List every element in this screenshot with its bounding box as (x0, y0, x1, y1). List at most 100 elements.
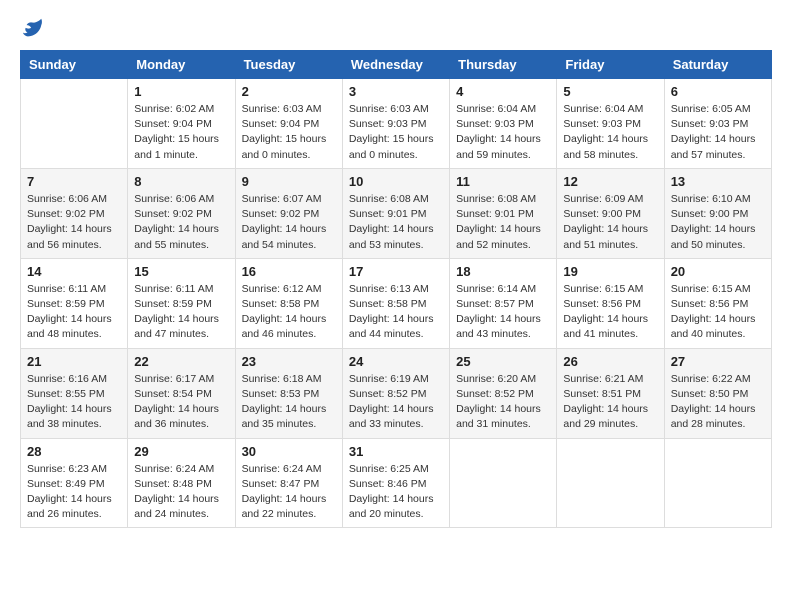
day-info: Sunrise: 6:21 AMSunset: 8:51 PMDaylight:… (563, 372, 657, 433)
day-number: 8 (134, 174, 228, 189)
day-number: 2 (242, 84, 336, 99)
day-info: Sunrise: 6:19 AMSunset: 8:52 PMDaylight:… (349, 372, 443, 433)
day-info: Sunrise: 6:24 AMSunset: 8:48 PMDaylight:… (134, 462, 228, 523)
day-number: 23 (242, 354, 336, 369)
day-info: Sunrise: 6:17 AMSunset: 8:54 PMDaylight:… (134, 372, 228, 433)
calendar-week-row: 14 Sunrise: 6:11 AMSunset: 8:59 PMDayligh… (21, 258, 772, 348)
calendar-cell: 23 Sunrise: 6:18 AMSunset: 8:53 PMDayligh… (235, 348, 342, 438)
calendar-week-row: 28Sunrise: 6:23 AMSunset: 8:49 PMDayligh… (21, 438, 772, 528)
page-header (20, 20, 772, 34)
calendar-cell (557, 438, 664, 528)
calendar-cell: 6 Sunrise: 6:05 AMSunset: 9:03 PMDaylight… (664, 79, 771, 169)
day-info: Sunrise: 6:06 AMSunset: 9:02 PMDaylight:… (27, 192, 121, 253)
column-header-wednesday: Wednesday (342, 51, 449, 79)
calendar-cell: 16 Sunrise: 6:12 AMSunset: 8:58 PMDayligh… (235, 258, 342, 348)
calendar-cell: 2 Sunrise: 6:03 AMSunset: 9:04 PMDaylight… (235, 79, 342, 169)
calendar-cell (664, 438, 771, 528)
calendar-cell: 1 Sunrise: 6:02 AMSunset: 9:04 PMDaylight… (128, 79, 235, 169)
day-info: Sunrise: 6:22 AMSunset: 8:50 PMDaylight:… (671, 372, 765, 433)
day-info: Sunrise: 6:09 AMSunset: 9:00 PMDaylight:… (563, 192, 657, 253)
day-info: Sunrise: 6:10 AMSunset: 9:00 PMDaylight:… (671, 192, 765, 253)
day-number: 1 (134, 84, 228, 99)
day-info: Sunrise: 6:11 AMSunset: 8:59 PMDaylight:… (134, 282, 228, 343)
day-info: Sunrise: 6:24 AMSunset: 8:47 PMDaylight:… (242, 462, 336, 523)
calendar-cell: 20 Sunrise: 6:15 AMSunset: 8:56 PMDayligh… (664, 258, 771, 348)
calendar-week-row: 21Sunrise: 6:16 AMSunset: 8:55 PMDayligh… (21, 348, 772, 438)
column-header-sunday: Sunday (21, 51, 128, 79)
day-number: 30 (242, 444, 336, 459)
day-number: 15 (134, 264, 228, 279)
calendar-cell: 28Sunrise: 6:23 AMSunset: 8:49 PMDayligh… (21, 438, 128, 528)
calendar-cell: 31Sunrise: 6:25 AMSunset: 8:46 PMDayligh… (342, 438, 449, 528)
day-info: Sunrise: 6:12 AMSunset: 8:58 PMDaylight:… (242, 282, 336, 343)
calendar-cell: 8 Sunrise: 6:06 AMSunset: 9:02 PMDaylight… (128, 168, 235, 258)
calendar-cell: 7 Sunrise: 6:06 AMSunset: 9:02 PMDaylight… (21, 168, 128, 258)
day-number: 5 (563, 84, 657, 99)
day-number: 19 (563, 264, 657, 279)
day-number: 11 (456, 174, 550, 189)
day-info: Sunrise: 6:15 AMSunset: 8:56 PMDaylight:… (563, 282, 657, 343)
day-number: 13 (671, 174, 765, 189)
day-info: Sunrise: 6:05 AMSunset: 9:03 PMDaylight:… (671, 102, 765, 163)
day-number: 7 (27, 174, 121, 189)
calendar-header-row: SundayMondayTuesdayWednesdayThursdayFrid… (21, 51, 772, 79)
day-info: Sunrise: 6:02 AMSunset: 9:04 PMDaylight:… (134, 102, 228, 163)
column-header-tuesday: Tuesday (235, 51, 342, 79)
day-number: 20 (671, 264, 765, 279)
column-header-friday: Friday (557, 51, 664, 79)
calendar-week-row: 1 Sunrise: 6:02 AMSunset: 9:04 PMDaylight… (21, 79, 772, 169)
calendar-cell: 4 Sunrise: 6:04 AMSunset: 9:03 PMDaylight… (450, 79, 557, 169)
calendar-cell: 12 Sunrise: 6:09 AMSunset: 9:00 PMDayligh… (557, 168, 664, 258)
calendar-cell: 21Sunrise: 6:16 AMSunset: 8:55 PMDayligh… (21, 348, 128, 438)
day-number: 17 (349, 264, 443, 279)
calendar-cell: 30 Sunrise: 6:24 AMSunset: 8:47 PMDayligh… (235, 438, 342, 528)
day-number: 4 (456, 84, 550, 99)
calendar-cell: 22 Sunrise: 6:17 AMSunset: 8:54 PMDayligh… (128, 348, 235, 438)
day-info: Sunrise: 6:03 AMSunset: 9:03 PMDaylight:… (349, 102, 443, 163)
day-info: Sunrise: 6:08 AMSunset: 9:01 PMDaylight:… (456, 192, 550, 253)
calendar-week-row: 7 Sunrise: 6:06 AMSunset: 9:02 PMDaylight… (21, 168, 772, 258)
calendar-cell: 5 Sunrise: 6:04 AMSunset: 9:03 PMDaylight… (557, 79, 664, 169)
calendar-cell (450, 438, 557, 528)
day-info: Sunrise: 6:04 AMSunset: 9:03 PMDaylight:… (456, 102, 550, 163)
day-number: 26 (563, 354, 657, 369)
calendar-cell: 29 Sunrise: 6:24 AMSunset: 8:48 PMDayligh… (128, 438, 235, 528)
logo-bird-icon (22, 16, 44, 38)
day-number: 18 (456, 264, 550, 279)
day-number: 12 (563, 174, 657, 189)
day-number: 10 (349, 174, 443, 189)
day-number: 28 (27, 444, 121, 459)
day-info: Sunrise: 6:07 AMSunset: 9:02 PMDaylight:… (242, 192, 336, 253)
calendar-cell: 11 Sunrise: 6:08 AMSunset: 9:01 PMDayligh… (450, 168, 557, 258)
day-info: Sunrise: 6:14 AMSunset: 8:57 PMDaylight:… (456, 282, 550, 343)
day-number: 3 (349, 84, 443, 99)
day-number: 31 (349, 444, 443, 459)
calendar-cell: 24Sunrise: 6:19 AMSunset: 8:52 PMDayligh… (342, 348, 449, 438)
day-number: 16 (242, 264, 336, 279)
day-info: Sunrise: 6:06 AMSunset: 9:02 PMDaylight:… (134, 192, 228, 253)
calendar-table: SundayMondayTuesdayWednesdayThursdayFrid… (20, 50, 772, 528)
calendar-cell: 9 Sunrise: 6:07 AMSunset: 9:02 PMDaylight… (235, 168, 342, 258)
column-header-monday: Monday (128, 51, 235, 79)
column-header-saturday: Saturday (664, 51, 771, 79)
calendar-cell: 13 Sunrise: 6:10 AMSunset: 9:00 PMDayligh… (664, 168, 771, 258)
day-info: Sunrise: 6:04 AMSunset: 9:03 PMDaylight:… (563, 102, 657, 163)
calendar-cell: 15 Sunrise: 6:11 AMSunset: 8:59 PMDayligh… (128, 258, 235, 348)
day-info: Sunrise: 6:16 AMSunset: 8:55 PMDaylight:… (27, 372, 121, 433)
calendar-cell: 17 Sunrise: 6:13 AMSunset: 8:58 PMDayligh… (342, 258, 449, 348)
day-number: 14 (27, 264, 121, 279)
calendar-cell: 19 Sunrise: 6:15 AMSunset: 8:56 PMDayligh… (557, 258, 664, 348)
day-info: Sunrise: 6:13 AMSunset: 8:58 PMDaylight:… (349, 282, 443, 343)
day-number: 29 (134, 444, 228, 459)
calendar-cell: 27 Sunrise: 6:22 AMSunset: 8:50 PMDayligh… (664, 348, 771, 438)
day-number: 22 (134, 354, 228, 369)
day-number: 9 (242, 174, 336, 189)
calendar-cell: 26 Sunrise: 6:21 AMSunset: 8:51 PMDayligh… (557, 348, 664, 438)
day-number: 27 (671, 354, 765, 369)
calendar-cell: 14 Sunrise: 6:11 AMSunset: 8:59 PMDayligh… (21, 258, 128, 348)
day-info: Sunrise: 6:15 AMSunset: 8:56 PMDaylight:… (671, 282, 765, 343)
day-number: 6 (671, 84, 765, 99)
day-info: Sunrise: 6:03 AMSunset: 9:04 PMDaylight:… (242, 102, 336, 163)
day-info: Sunrise: 6:11 AMSunset: 8:59 PMDaylight:… (27, 282, 121, 343)
day-info: Sunrise: 6:18 AMSunset: 8:53 PMDaylight:… (242, 372, 336, 433)
